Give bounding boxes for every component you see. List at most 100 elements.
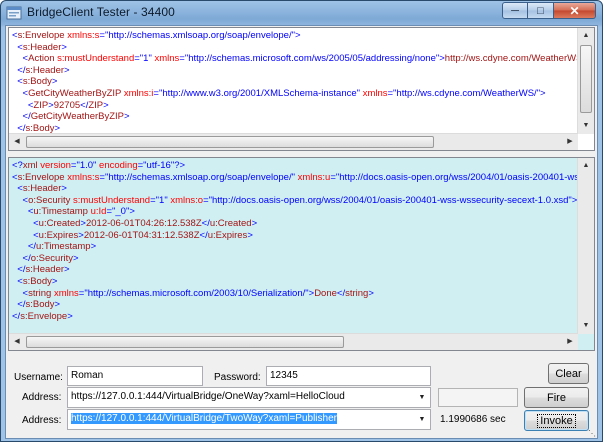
response-xml-token: xmlns:u	[297, 171, 331, 183]
response-xml-token: 2012-06-01T04:26:12.538Z	[85, 217, 202, 229]
response-xml-token: s:Header	[25, 264, 65, 276]
request-xml-token: xmlns:i	[123, 87, 154, 99]
response-xml-token: encoding	[99, 160, 138, 171]
response-xml-token: string	[345, 287, 369, 299]
response-xml-token: >	[67, 310, 73, 322]
response-xml-token: ="	[137, 160, 147, 171]
address-value-2: https://127.0.0.1:444/VirtualBridge/TwoW…	[71, 413, 337, 424]
request-xml-token: ">	[435, 53, 445, 65]
app-icon	[6, 6, 22, 20]
chevron-down-icon[interactable]: ▼	[414, 410, 430, 429]
request-xml-line: </s:Header>	[12, 65, 585, 77]
request-vscroll-thumb[interactable]	[580, 45, 592, 113]
response-xml-token: o:Security	[28, 194, 73, 206]
response-xml-token: >	[54, 299, 61, 311]
response-xml-line: <s:Body>	[12, 276, 594, 288]
address-value-1: https://127.0.0.1:444/VirtualBridge/OneW…	[71, 391, 345, 402]
scroll-down-icon[interactable]: ▼	[578, 118, 594, 134]
minimize-button[interactable]: ─	[502, 2, 528, 19]
request-xml-token: http://schemas.microsoft.com/ws/2005/05/…	[188, 53, 436, 65]
scroll-up-icon[interactable]: ▲	[578, 28, 594, 44]
resize-grip-icon[interactable]: ⋱	[588, 429, 596, 438]
request-xml-token: 92705	[53, 99, 81, 111]
scroll-right-icon[interactable]: ▶	[562, 334, 578, 350]
request-xml-token: GetCityWeatherByZIP	[28, 87, 124, 99]
invoke-button[interactable]: Invoke	[524, 410, 589, 431]
request-xml-token: ">	[536, 87, 546, 99]
response-xml-line: </o:Security>	[12, 252, 594, 265]
fire-button[interactable]: Fire	[524, 387, 589, 408]
response-xml-line: </u:Timestamp>	[12, 241, 594, 253]
request-xml-line: <Action s:mustUnderstand="1" xmlns="http…	[12, 53, 586, 65]
request-xml-token: </	[12, 64, 26, 76]
address-combobox-1[interactable]: https://127.0.0.1:444/VirtualBridge/OneW…	[67, 387, 431, 408]
request-xml-token: <	[12, 76, 23, 88]
response-xml-token: ="	[150, 194, 160, 206]
request-horizontal-scrollbar[interactable]: ◀ ▶	[9, 133, 578, 150]
response-xml-token: string	[28, 287, 54, 299]
response-xml-token: http://schemas.xmlsoap.org/soap/envelope…	[108, 171, 292, 183]
response-xml-content: <?xml version="1.0" encoding="utf-16"?> <…	[12, 160, 595, 322]
request-xml-line: <GetCityWeatherByZIP xmlns:i="http://www…	[12, 88, 585, 100]
response-xml-token: ="	[330, 171, 340, 183]
request-xml-line: </GetCityWeatherByZIP>	[12, 111, 585, 123]
maximize-button[interactable]: □	[528, 2, 554, 19]
scroll-up-icon[interactable]: ▲	[578, 158, 594, 174]
response-xml-line: <o:Security s:mustUnderstand="1" xmlns:o…	[12, 194, 594, 207]
response-xml-token: xml	[22, 160, 41, 171]
response-xml-token: 2012-06-01T04:31:12.538Z	[83, 229, 200, 241]
title-bar[interactable]: BridgeClient Tester - 34400 ─ □ ✕	[1, 1, 602, 25]
response-xml-token: http://docs.oasis-open.org/wss/2004/01/o…	[339, 171, 595, 183]
address-combobox-2[interactable]: https://127.0.0.1:444/VirtualBridge/TwoW…	[67, 409, 431, 430]
response-xml-line: </s:Header>	[12, 264, 594, 276]
request-xml-token: s:Body	[22, 76, 52, 88]
client-area: <s:Envelope xmlns:s="http://schemas.xmls…	[5, 25, 598, 439]
response-xml-token: xmlns	[53, 287, 79, 299]
response-xml-token: http://docs.oasis-open.org/wss/2004/01/o…	[211, 194, 569, 206]
response-xml-textbox[interactable]: <?xml version="1.0" encoding="utf-16"?> <…	[8, 157, 595, 351]
close-button[interactable]: ✕	[554, 2, 596, 19]
response-xml-line: <u:Created>2012-06-01T04:26:12.538Z</u:C…	[12, 217, 594, 230]
response-xml-token: </	[12, 299, 26, 311]
response-xml-line: </s:Body>	[12, 299, 594, 311]
response-xml-token: ">	[305, 287, 315, 299]
scroll-left-icon[interactable]: ◀	[9, 334, 25, 350]
clear-button-label: Clear	[555, 367, 582, 380]
response-xml-token: >	[368, 287, 374, 299]
scroll-left-icon[interactable]: ◀	[9, 134, 25, 150]
response-xml-token: u:Created	[38, 217, 81, 229]
response-xml-token: u:Timestamp	[33, 206, 91, 218]
request-vertical-scrollbar[interactable]: ▲ ▼	[577, 28, 594, 134]
request-xml-textbox[interactable]: <s:Envelope xmlns:s="http://schemas.xmls…	[8, 27, 595, 151]
app-window: BridgeClient Tester - 34400 ─ □ ✕ <s:Env…	[0, 0, 603, 442]
request-xml-line: <s:Header>	[12, 42, 585, 54]
response-xml-token: _0	[115, 206, 126, 218]
response-xml-line: <s:Envelope xmlns:s="http://schemas.xmls…	[12, 171, 595, 184]
username-input[interactable]: Roman	[67, 366, 203, 386]
response-xml-token: </	[12, 241, 37, 253]
request-xml-token: ZIP	[88, 99, 104, 111]
response-horizontal-scrollbar[interactable]: ◀ ▶	[9, 333, 578, 350]
response-xml-token: ="	[78, 287, 88, 299]
response-xml-token: >	[73, 252, 79, 264]
request-xml-token: http://www.w3.org/2001/XMLSchema-instanc…	[162, 87, 357, 99]
request-xml-token: s:Header	[25, 64, 65, 76]
response-xml-token: u:Expires	[38, 229, 79, 241]
request-xml-token: xmlns:s	[67, 30, 100, 41]
request-xml-token: http://ws.cdyne.com/WeatherWS/	[396, 87, 537, 99]
response-xml-token: 1.0	[79, 160, 94, 171]
request-xml-token: >	[64, 64, 70, 76]
request-xml-token: </	[12, 111, 31, 123]
scroll-right-icon[interactable]: ▶	[562, 134, 578, 150]
address-label-2: Address:	[22, 415, 62, 426]
response-xml-token: </	[12, 310, 21, 322]
clear-button[interactable]: Clear	[548, 363, 589, 384]
chevron-down-icon[interactable]: ▼	[414, 388, 430, 407]
response-hscroll-thumb[interactable]	[26, 336, 344, 348]
response-xml-token: ="	[70, 160, 80, 171]
scroll-down-icon[interactable]: ▼	[578, 318, 594, 334]
response-vertical-scrollbar[interactable]: ▲ ▼	[577, 158, 594, 334]
response-xml-token: <	[12, 217, 39, 229]
password-input[interactable]: 12345	[266, 366, 431, 386]
request-hscroll-thumb[interactable]	[26, 136, 434, 148]
